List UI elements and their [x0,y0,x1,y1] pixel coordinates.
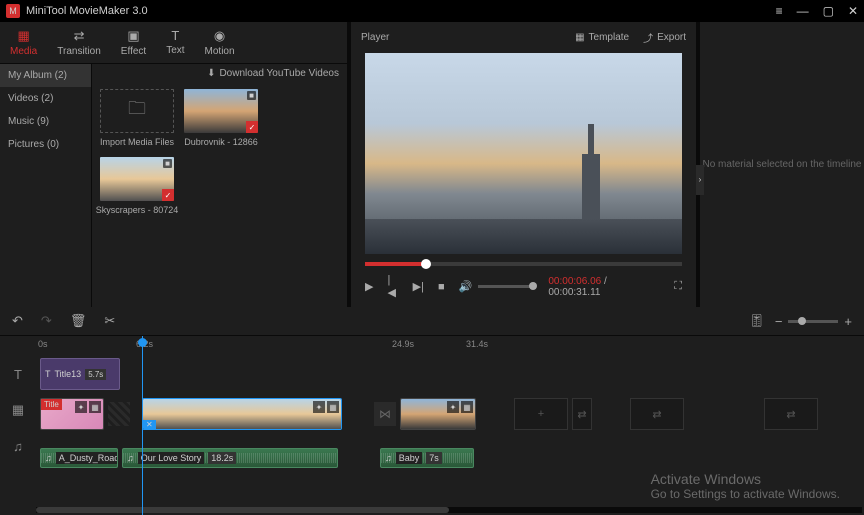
no-selection-message: No material selected on the timeline [703,159,862,170]
player-title: Player [361,32,389,43]
clip-close-button[interactable]: ✕ [143,420,156,429]
video-track-icon: ▦ [0,392,36,428]
video-badge-icon: ■ [247,91,256,100]
motion-icon: ◉ [214,28,225,44]
fx-icon[interactable]: ✦ [447,401,459,413]
player-panel: Player ▦Template ⤴Export ▶ |◀ ▶| ■ 🔊 00:… [351,22,696,307]
music-icon: ♫ [385,453,392,463]
delete-button[interactable]: 🗑 [70,313,87,329]
sidebar-item-pictures[interactable]: Pictures (0) [0,133,91,156]
title-clip[interactable]: T Title13 5.7s [40,358,120,390]
fullscreen-button[interactable]: ⛶ [674,280,682,293]
used-check-icon: ✓ [246,121,258,133]
effect-icon: ▣ [127,28,139,44]
audio-clip[interactable]: ♫ Our Love Story 18.2s [122,448,338,468]
settings-icon[interactable]: ▦ [89,401,101,413]
timeline: ↶ ↷ 🗑 ✂ 🎚 − + T ▦ ♫ 0s 6.2s 24.9s 31.4s [0,307,864,515]
app-title: MiniTool MovieMaker 3.0 [26,5,148,17]
audio-track[interactable]: ♫ A_Dusty_Road 5.… ♫ Our Love Story 18.2… [36,446,864,470]
maximize-icon[interactable]: ▢ [823,4,834,18]
sidebar-item-album[interactable]: My Album (2) [0,64,91,87]
music-icon: ♫ [45,453,52,463]
audio-clip[interactable]: ♫ A_Dusty_Road 5.… [40,448,118,468]
settings-icon[interactable]: ▦ [461,401,473,413]
media-thumb[interactable]: ■✓ Skyscrapers - 80724 [100,157,174,215]
tab-motion[interactable]: ◉Motion [195,22,245,63]
transition-icon: ⇄ [74,28,85,44]
zoom-out-button[interactable]: − [775,314,783,329]
zoom-slider[interactable] [788,320,838,323]
template-icon: ▦ [575,32,584,43]
empty-clip-slot[interactable]: + [514,398,568,430]
timeline-scrollbar[interactable] [36,507,862,513]
audio-settings-icon[interactable]: 🎚 [748,313,765,329]
empty-clip-slot[interactable]: ⇄ [764,398,818,430]
text-clip-icon: T [45,369,51,379]
volume-icon[interactable]: 🔊 [459,280,473,293]
seek-bar[interactable] [365,262,682,266]
zoom-in-button[interactable]: + [844,314,852,329]
folder-icon: 🗀 [128,96,146,126]
app-logo-icon: M [6,4,20,18]
next-frame-button[interactable]: ▶| [413,280,424,293]
minimize-icon[interactable]: — [797,4,809,18]
tool-tabs: ▦Media ⇄Transition ▣Effect TText ◉Motion [0,22,347,64]
template-button[interactable]: ▦Template [575,30,629,45]
audio-clip[interactable]: ♫ Baby 7s [380,448,474,468]
time-ruler[interactable]: 0s 6.2s 24.9s 31.4s [36,336,864,356]
time-display: 00:00:06.06 / 00:00:31.11 [548,276,660,298]
tab-transition[interactable]: ⇄Transition [47,22,111,63]
play-button[interactable]: ▶ [365,280,373,293]
settings-icon[interactable]: ▦ [327,401,339,413]
media-thumb[interactable]: ■✓ Dubrovnik - 12866 [184,89,258,147]
text-track-icon: T [0,356,36,392]
media-panel: ▦Media ⇄Transition ▣Effect TText ◉Motion… [0,22,347,307]
video-clip-title[interactable]: Title ✦▦ [40,398,104,430]
text-icon: T [171,28,179,43]
video-track[interactable]: Title ✦▦ ✕ ✦▦ ⋈ ✦▦ + ⇄ ⇄ ⇄ [36,396,864,432]
media-sidebar: My Album (2) Videos (2) Music (9) Pictur… [0,64,92,307]
prev-frame-button[interactable]: |◀ [387,274,398,299]
music-icon: ♫ [127,453,134,463]
fx-icon[interactable]: ✦ [75,401,87,413]
tab-text[interactable]: TText [156,22,194,63]
playhead[interactable] [142,336,143,515]
download-icon: ⬇ [207,68,215,79]
export-icon: ⤴ [643,30,653,45]
split-button[interactable]: ✂ [104,313,115,329]
menu-icon[interactable]: ≡ [776,4,783,18]
sidebar-item-music[interactable]: Music (9) [0,110,91,133]
panel-collapse-button[interactable]: › [696,165,704,195]
video-clip[interactable]: ✕ ✦▦ [142,398,342,430]
sidebar-item-videos[interactable]: Videos (2) [0,87,91,110]
empty-clip-slot[interactable]: ⇄ [572,398,592,430]
close-icon[interactable]: ✕ [848,4,858,18]
volume-slider[interactable] [478,285,534,288]
empty-clip-slot[interactable]: ⇄ [630,398,684,430]
undo-button[interactable]: ↶ [12,313,23,329]
audio-track-icon: ♫ [0,428,36,464]
video-clip[interactable]: ✦▦ [400,398,476,430]
used-check-icon: ✓ [162,189,174,201]
redo-button[interactable]: ↷ [41,313,52,329]
media-icon: ▦ [17,28,29,44]
transition-slot[interactable]: ⋈ [374,402,396,426]
fx-icon[interactable]: ✦ [313,401,325,413]
stop-button[interactable]: ■ [438,281,445,293]
transition-slot[interactable] [108,402,130,426]
video-preview[interactable] [365,53,682,254]
import-media-button[interactable]: 🗀 Import Media Files [100,89,174,147]
properties-panel: › No material selected on the timeline [700,22,864,307]
seek-thumb[interactable] [421,259,431,269]
title-bar: M MiniTool MovieMaker 3.0 ≡ — ▢ ✕ [0,0,864,22]
tab-media[interactable]: ▦Media [0,22,47,63]
video-badge-icon: ■ [163,159,172,168]
export-button[interactable]: ⤴Export [643,30,686,45]
download-youtube-link[interactable]: ⬇Download YouTube Videos [207,68,339,79]
tab-effect[interactable]: ▣Effect [111,22,156,63]
text-track[interactable]: T Title13 5.7s [36,356,864,392]
